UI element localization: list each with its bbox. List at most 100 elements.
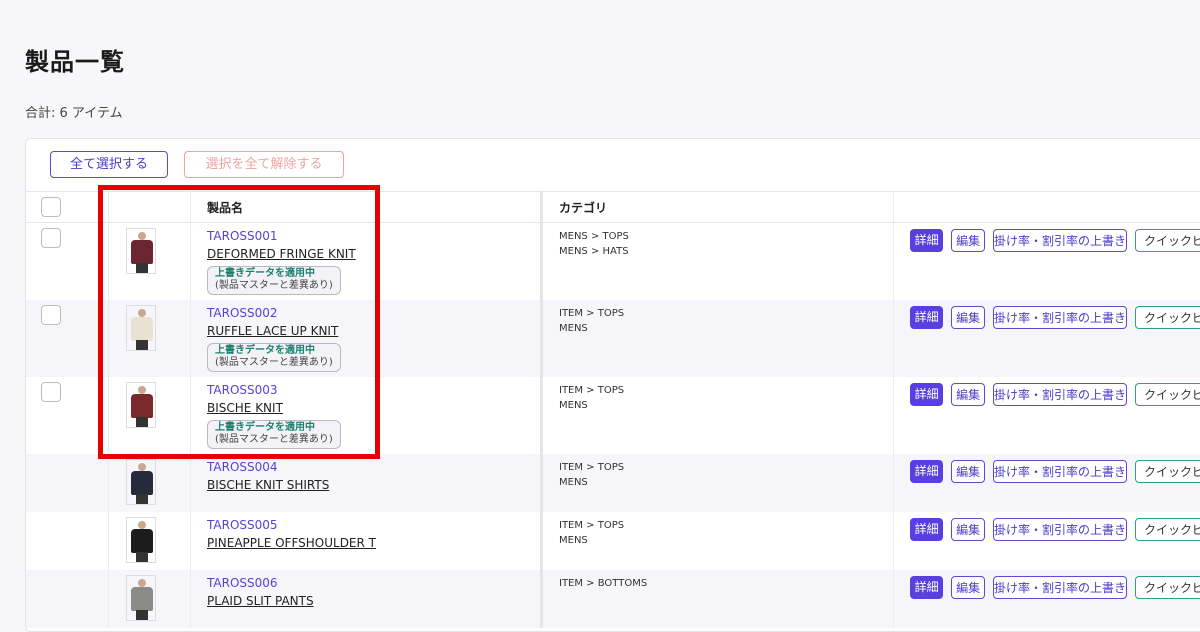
product-code: TAROSS005: [207, 518, 540, 532]
category-line-1: ITEM > TOPS: [559, 460, 893, 475]
product-name-link[interactable]: BISCHE KNIT SHIRTS: [207, 478, 540, 492]
rate-override-button[interactable]: 掛け率・割引率の上書き: [993, 518, 1127, 541]
edit-button[interactable]: 編集: [951, 576, 985, 599]
override-badge: 上書きデータを適用中 (製品マスターと差異あり): [207, 420, 341, 449]
override-badge-title: 上書きデータを適用中: [215, 422, 333, 434]
edit-button[interactable]: 編集: [951, 229, 985, 252]
row-check-cell: [26, 300, 109, 377]
select-all-button[interactable]: 全て選択する: [50, 151, 168, 178]
header-check-cell: [26, 192, 109, 223]
edit-button[interactable]: 編集: [951, 460, 985, 483]
detail-button[interactable]: 詳細: [910, 306, 943, 329]
row-checkbox[interactable]: [41, 228, 61, 248]
row-actions-cell: 詳細 編集 掛け率・割引率の上書き クイックビ: [894, 512, 1200, 570]
rate-override-button[interactable]: 掛け率・割引率の上書き: [993, 229, 1127, 252]
header-product-name: 製品名: [191, 192, 542, 223]
table-header-row: 製品名 カテゴリ: [26, 192, 1200, 223]
product-thumbnail[interactable]: [126, 459, 156, 505]
header-actions-cell: [894, 192, 1200, 223]
rate-override-button[interactable]: 掛け率・割引率の上書き: [993, 383, 1127, 406]
detail-button[interactable]: 詳細: [910, 518, 943, 541]
row-name-cell: TAROSS002 RUFFLE LACE UP KNIT 上書きデータを適用中…: [191, 300, 542, 377]
quick-view-button[interactable]: クイックビ: [1135, 383, 1200, 406]
category-line-1: MENS > TOPS: [559, 229, 893, 244]
quick-view-button[interactable]: クイックビ: [1135, 576, 1200, 599]
row-category-cell: MENS > TOPS MENS > HATS: [542, 223, 894, 300]
row-image-cell: [109, 570, 191, 628]
row-check-cell: [26, 454, 109, 512]
table-row: TAROSS003 BISCHE KNIT 上書きデータを適用中 (製品マスター…: [26, 377, 1200, 454]
override-badge: 上書きデータを適用中 (製品マスターと差異あり): [207, 343, 341, 372]
category-line-2: MENS > HATS: [559, 244, 893, 259]
detail-button[interactable]: 詳細: [910, 460, 943, 483]
row-actions-cell: 詳細 編集 掛け率・割引率の上書き クイックビ: [894, 570, 1200, 628]
row-image-cell: [109, 454, 191, 512]
product-thumbnail[interactable]: [126, 517, 156, 563]
deselect-all-button[interactable]: 選択を全て解除する: [184, 151, 344, 178]
edit-button[interactable]: 編集: [951, 518, 985, 541]
detail-button[interactable]: 詳細: [910, 576, 943, 599]
product-code: TAROSS002: [207, 306, 540, 320]
select-all-checkbox[interactable]: [41, 197, 61, 217]
row-image-cell: [109, 300, 191, 377]
product-code: TAROSS006: [207, 576, 540, 590]
row-category-cell: ITEM > TOPS MENS: [542, 512, 894, 570]
row-name-cell: TAROSS004 BISCHE KNIT SHIRTS: [191, 454, 542, 512]
product-name-link[interactable]: RUFFLE LACE UP KNIT: [207, 324, 540, 338]
row-check-cell: [26, 512, 109, 570]
row-name-cell: TAROSS001 DEFORMED FRINGE KNIT 上書きデータを適用…: [191, 223, 542, 300]
row-checkbox[interactable]: [41, 382, 61, 402]
row-check-cell: [26, 377, 109, 454]
row-image-cell: [109, 223, 191, 300]
category-line-1: ITEM > BOTTOMS: [559, 576, 893, 591]
product-name-link[interactable]: PLAID SLIT PANTS: [207, 594, 540, 608]
product-thumbnail[interactable]: [126, 228, 156, 274]
table-row: TAROSS002 RUFFLE LACE UP KNIT 上書きデータを適用中…: [26, 300, 1200, 377]
row-category-cell: ITEM > TOPS MENS: [542, 377, 894, 454]
row-check-cell: [26, 223, 109, 300]
quick-view-button[interactable]: クイックビ: [1135, 460, 1200, 483]
edit-button[interactable]: 編集: [951, 306, 985, 329]
product-list-panel: 全て選択する 選択を全て解除する 製品名 カテゴリ: [25, 138, 1200, 632]
quick-view-button[interactable]: クイックビ: [1135, 518, 1200, 541]
product-thumbnail[interactable]: [126, 575, 156, 621]
row-image-cell: [109, 512, 191, 570]
category-line-1: ITEM > TOPS: [559, 518, 893, 533]
table-row: TAROSS006 PLAID SLIT PANTS ITEM > BOTTOM…: [26, 570, 1200, 628]
row-name-cell: TAROSS005 PINEAPPLE OFFSHOULDER T: [191, 512, 542, 570]
row-image-cell: [109, 377, 191, 454]
rate-override-button[interactable]: 掛け率・割引率の上書き: [993, 306, 1127, 329]
total-value: 6 アイテム: [60, 106, 123, 121]
header-image-cell: [109, 192, 191, 223]
category-line-2: MENS: [559, 398, 893, 413]
category-line-1: ITEM > TOPS: [559, 306, 893, 321]
product-thumbnail[interactable]: [126, 382, 156, 428]
detail-button[interactable]: 詳細: [910, 383, 943, 406]
product-table: 製品名 カテゴリ TAROSS001 DEFORMED FRINGE KNIT …: [26, 191, 1200, 628]
row-category-cell: ITEM > TOPS MENS: [542, 454, 894, 512]
quick-view-button[interactable]: クイックビ: [1135, 229, 1200, 252]
override-badge-title: 上書きデータを適用中: [215, 268, 333, 280]
product-code: TAROSS001: [207, 229, 540, 243]
detail-button[interactable]: 詳細: [910, 229, 943, 252]
row-actions-cell: 詳細 編集 掛け率・割引率の上書き クイックビ: [894, 377, 1200, 454]
row-name-cell: TAROSS003 BISCHE KNIT 上書きデータを適用中 (製品マスター…: [191, 377, 542, 454]
row-checkbox[interactable]: [41, 305, 61, 325]
table-row: TAROSS005 PINEAPPLE OFFSHOULDER T ITEM >…: [26, 512, 1200, 570]
category-line-2: MENS: [559, 475, 893, 490]
override-badge-note: (製品マスターと差異あり): [215, 357, 333, 369]
product-name-link[interactable]: PINEAPPLE OFFSHOULDER T: [207, 536, 540, 550]
row-category-cell: ITEM > TOPS MENS: [542, 300, 894, 377]
quick-view-button[interactable]: クイックビ: [1135, 306, 1200, 329]
product-name-link[interactable]: BISCHE KNIT: [207, 401, 540, 415]
edit-button[interactable]: 編集: [951, 383, 985, 406]
rate-override-button[interactable]: 掛け率・割引率の上書き: [993, 460, 1127, 483]
total-label: 合計:: [25, 106, 55, 121]
override-badge-note: (製品マスターと差異あり): [215, 434, 333, 446]
row-actions-cell: 詳細 編集 掛け率・割引率の上書き クイックビ: [894, 300, 1200, 377]
header-category: カテゴリ: [542, 192, 894, 223]
product-thumbnail[interactable]: [126, 305, 156, 351]
product-name-link[interactable]: DEFORMED FRINGE KNIT: [207, 247, 540, 261]
total-count: 合計: 6 アイテム: [25, 102, 123, 121]
rate-override-button[interactable]: 掛け率・割引率の上書き: [993, 576, 1127, 599]
